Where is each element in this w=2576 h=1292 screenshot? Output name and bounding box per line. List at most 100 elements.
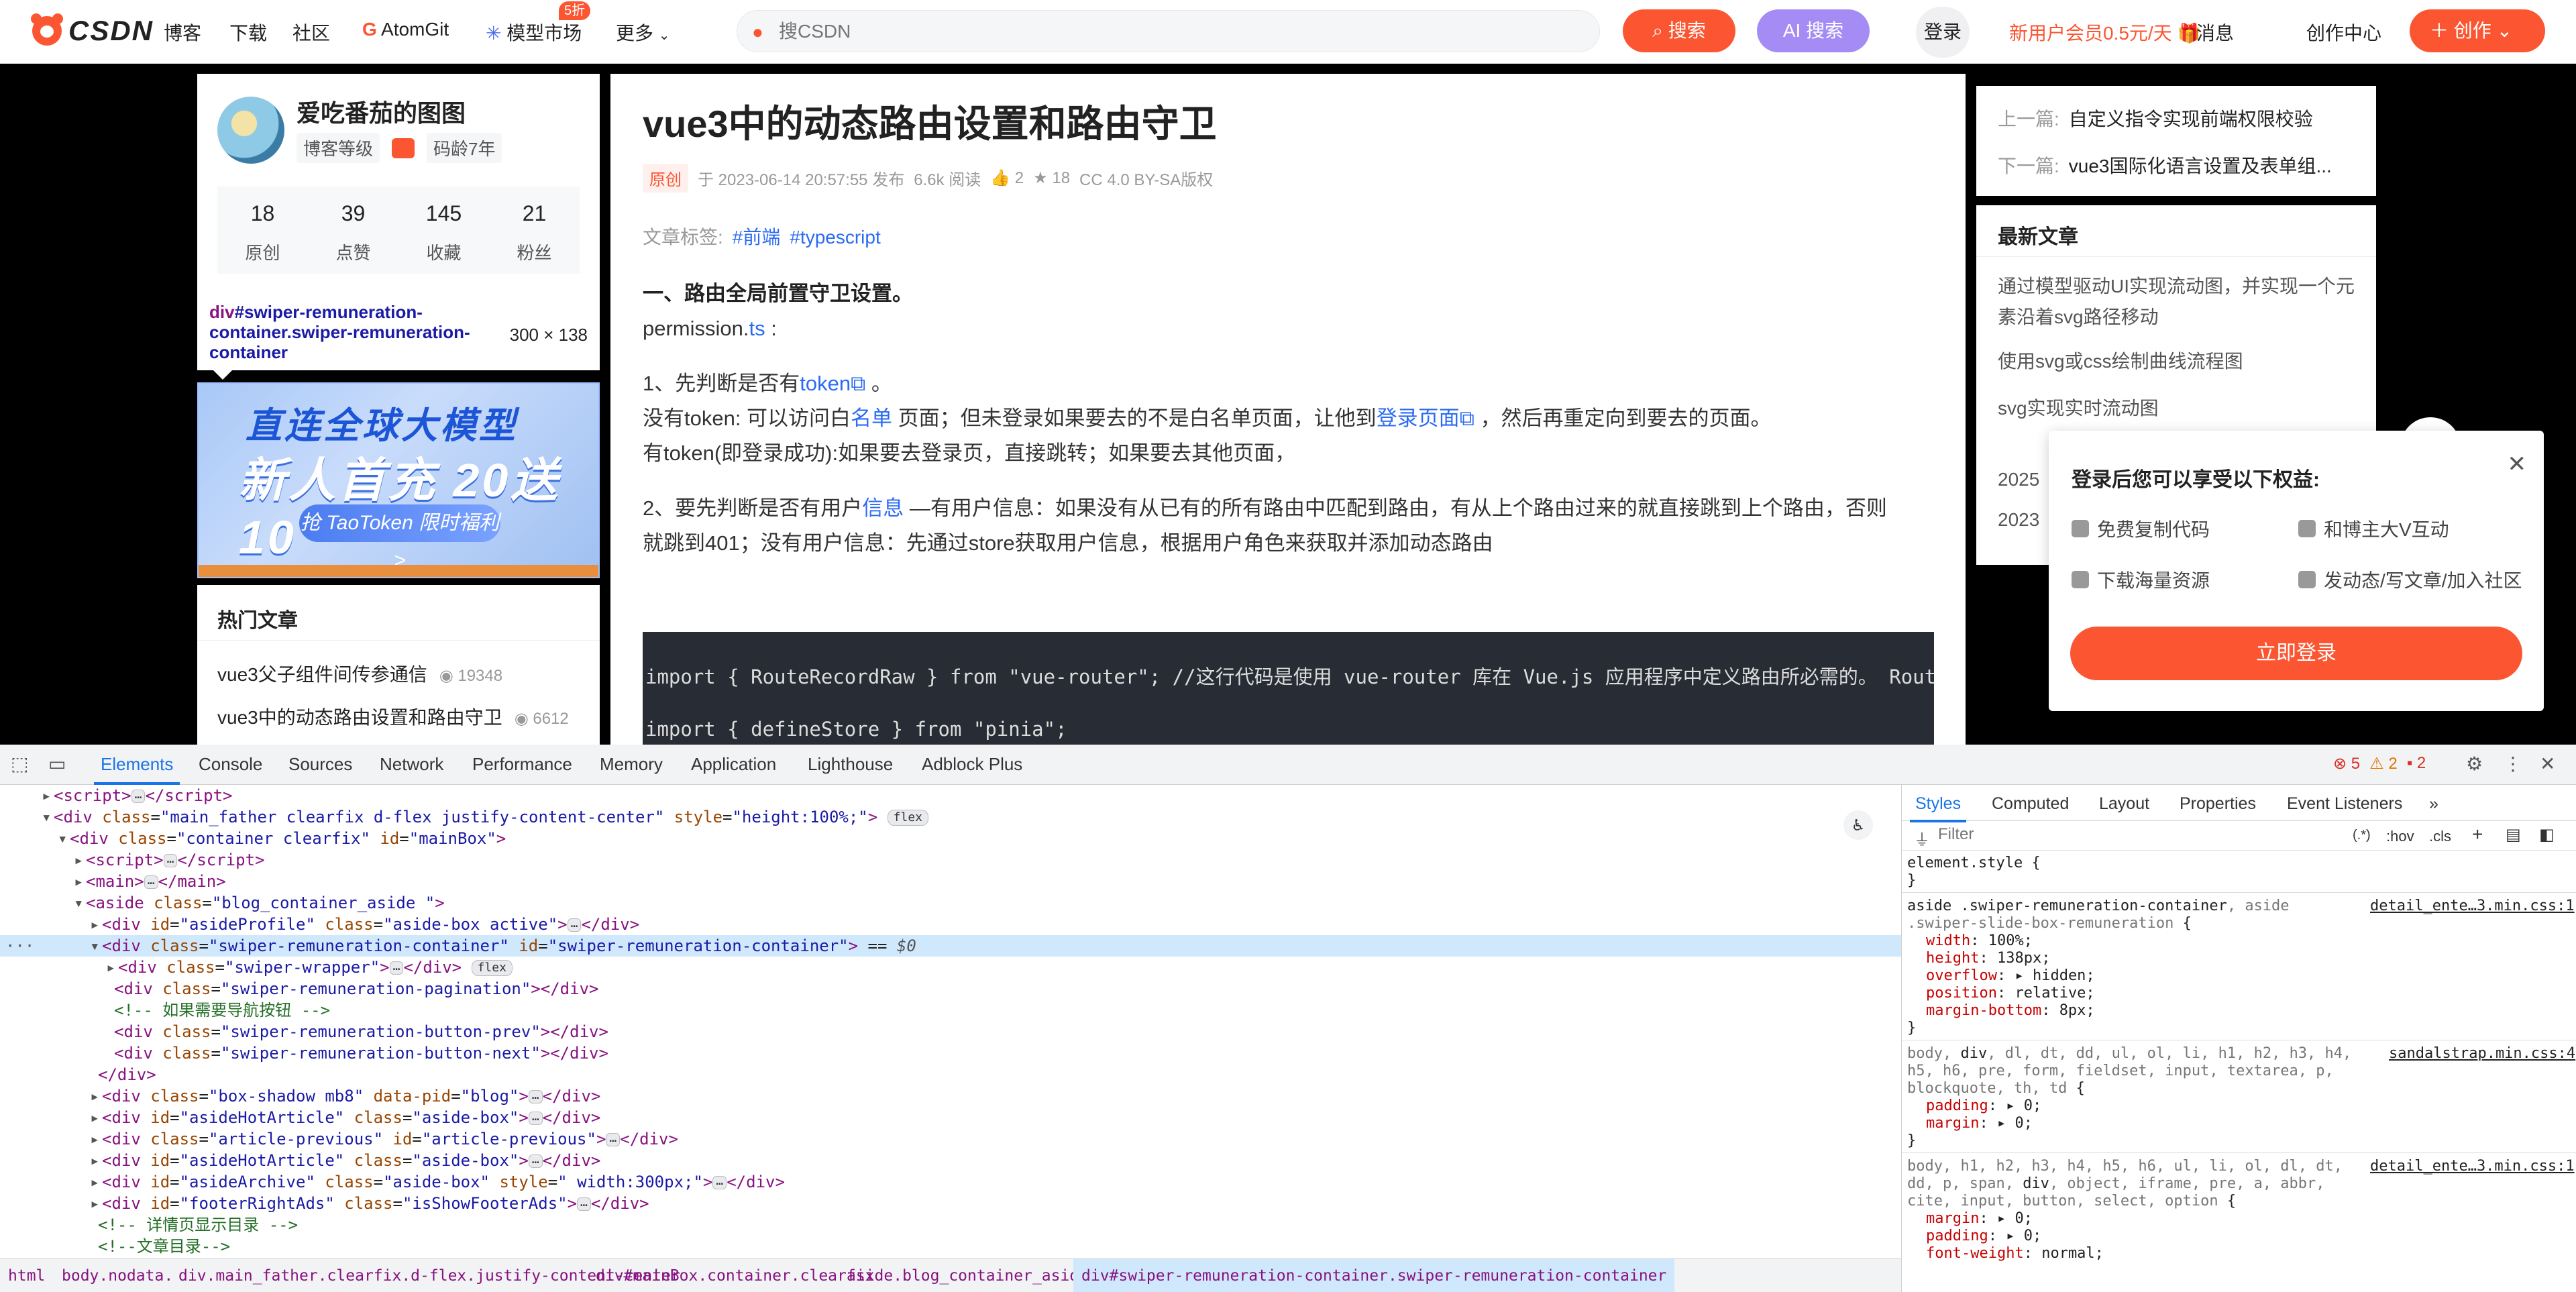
- dom-node[interactable]: <div class="swiper-remuneration-paginati…: [0, 978, 1901, 1000]
- vip-promo-link[interactable]: 新用户会员0.5元/天 🎁: [2009, 19, 2200, 46]
- hov-toggle[interactable]: :hov: [2386, 828, 2414, 845]
- css-declaration[interactable]: overflow: ▸ hidden;: [1907, 967, 2095, 985]
- inline-link[interactable]: 登录页面: [1377, 407, 1460, 430]
- rule-selector[interactable]: body, h1, h2, h3, h4, h5, h6, ul, li, ol…: [1907, 1158, 2575, 1175]
- close-icon[interactable]: ✕: [2508, 451, 2527, 478]
- computed-toggle-icon[interactable]: ▤: [2506, 825, 2521, 845]
- login-button[interactable]: 登录: [1916, 7, 1970, 58]
- nav-blog[interactable]: 博客: [164, 19, 201, 46]
- inspect-element-icon[interactable]: ⬚: [11, 753, 31, 774]
- dom-node[interactable]: ▸ <script>… </script>: [0, 785, 1901, 806]
- tab-event-listeners[interactable]: Event Listeners: [2287, 794, 2402, 814]
- csdn-logo[interactable]: CSDN: [31, 13, 154, 47]
- tab-lighthouse[interactable]: Lighthouse: [808, 754, 893, 775]
- rule-source-link[interactable]: sandalstrap.min.css:4: [2389, 1045, 2575, 1063]
- ai-search-button[interactable]: AI 搜索: [1757, 9, 1870, 52]
- hot-article-item[interactable]: vue3中的动态路由设置和路由守卫 ◉ 6612: [217, 703, 569, 730]
- more-options-icon[interactable]: ⋮: [2504, 753, 2524, 774]
- tab-elements[interactable]: Elements: [93, 754, 180, 785]
- next-article-link[interactable]: 下一篇: vue3国际化语言设置及表单组...: [1998, 152, 2332, 178]
- dom-node[interactable]: ▸ <div class="article-previous" id="artic…: [0, 1128, 1901, 1150]
- tab-adblock-plus[interactable]: Adblock Plus: [922, 754, 1022, 775]
- dom-node[interactable]: ▸ <div id="asideProfile" class="aside-box…: [0, 914, 1901, 935]
- prev-article-link[interactable]: 上一篇: 自定义指令实现前端权限校验: [1998, 105, 2313, 131]
- sidebar-toggle-icon[interactable]: ◧: [2539, 825, 2555, 845]
- latest-article-item[interactable]: 通过模型驱动UI实现流动图，并实现一个元素沿着svg路径移动: [1998, 271, 2360, 333]
- accessibility-icon[interactable]: ♿: [1843, 810, 1873, 840]
- dom-node[interactable]: ▸ <div id="asideArchive" class="aside-box…: [0, 1171, 1901, 1193]
- code-block[interactable]: import { RouteRecordRaw } from "vue-rout…: [643, 632, 1934, 746]
- css-declaration[interactable]: height: 138px;: [1907, 950, 2050, 967]
- cls-toggle[interactable]: .cls: [2429, 828, 2451, 845]
- inline-link[interactable]: 名单: [851, 407, 892, 430]
- dom-node[interactable]: ▾ <div class="main_father clearfix d-flex…: [0, 806, 1901, 828]
- breadcrumb-item[interactable]: div#mainBox.container.clearfix: [596, 1267, 874, 1285]
- dom-comment[interactable]: <!-- 如果需要导航按钮 -->: [0, 1000, 1901, 1021]
- dom-node[interactable]: ▸ <div class="box-shadow mb8" data-pid="b…: [0, 1085, 1901, 1107]
- tab-styles[interactable]: Styles: [1909, 794, 1967, 822]
- styles-filter-input[interactable]: [1938, 825, 2220, 844]
- nav-download[interactable]: 下载: [229, 19, 267, 46]
- tab-performance[interactable]: Performance: [472, 754, 572, 775]
- stat-favorites[interactable]: 145 收藏: [398, 186, 489, 274]
- tab-layout[interactable]: Layout: [2099, 794, 2149, 814]
- inline-link[interactable]: token: [800, 372, 851, 395]
- device-toolbar-icon[interactable]: ▭: [48, 753, 68, 774]
- stat-original[interactable]: 18 原创: [217, 186, 308, 274]
- css-declaration[interactable]: padding: ▸ 0;: [1907, 1097, 2041, 1115]
- css-declaration[interactable]: font-weight: normal;: [1907, 1245, 2104, 1262]
- tab-computed[interactable]: Computed: [1992, 794, 2069, 814]
- dom-node[interactable]: <div class="swiper-remuneration-button-p…: [0, 1021, 1901, 1042]
- tab-sources[interactable]: Sources: [288, 754, 352, 775]
- regex-toggle[interactable]: (.*): [2353, 828, 2371, 843]
- tab-network[interactable]: Network: [380, 754, 443, 775]
- dom-node[interactable]: <div class="swiper-remuneration-button-n…: [0, 1042, 1901, 1064]
- latest-article-item[interactable]: svg实现实时流动图: [1998, 393, 2360, 424]
- breadcrumb-item[interactable]: aside.blog_container_aside.: [847, 1267, 1097, 1285]
- breadcrumb-item[interactable]: html: [8, 1267, 45, 1285]
- tab-properties[interactable]: Properties: [2180, 794, 2256, 814]
- dom-node-selected[interactable]: ··· ▾ <div class="swiper-remuneration-cont…: [0, 935, 1901, 957]
- dom-node[interactable]: ▾ <div class="container clearfix" id="mai…: [0, 828, 1901, 849]
- latest-article-item[interactable]: 使用svg或css绘制曲线流程图: [1998, 346, 2360, 377]
- new-rule-icon[interactable]: +: [2472, 824, 2483, 845]
- dom-node[interactable]: ▾ <aside class="blog_container_aside ">: [0, 892, 1901, 914]
- nav-model-market[interactable]: ✳ 模型市场: [486, 19, 582, 46]
- css-declaration[interactable]: margin-bottom: 8px;: [1907, 1002, 2095, 1020]
- nav-more[interactable]: 更多 ⌄: [616, 19, 670, 46]
- tag-link[interactable]: #typescript: [790, 227, 880, 248]
- nav-creator-center[interactable]: 创作中心: [2306, 19, 2381, 46]
- inline-link[interactable]: ts: [749, 317, 765, 340]
- stat-likes[interactable]: 39 点赞: [308, 186, 398, 274]
- dom-node[interactable]: ▸ <div class="swiper-wrapper">… </div> fle…: [0, 957, 1901, 978]
- nav-atomgit[interactable]: G AtomGit: [362, 19, 449, 40]
- dom-comment[interactable]: <!--文章目录-->: [0, 1236, 1901, 1254]
- like-button[interactable]: 👍 2: [990, 168, 1024, 188]
- dom-node[interactable]: ▸ <main>… </main>: [0, 871, 1901, 892]
- issue-counters[interactable]: ⊗ 5 ⚠ 2 ▪ 2: [2333, 754, 2426, 773]
- ad-banner[interactable]: 直连全球大模型 新人首充 20送10 抢 TaoToken 限时福利 >: [197, 382, 600, 578]
- dom-comment[interactable]: <!-- 详情页显示目录 -->: [0, 1214, 1901, 1236]
- rule-selector[interactable]: element.style {: [1907, 855, 2041, 872]
- css-declaration[interactable]: position: relative;: [1907, 985, 2095, 1002]
- inline-link[interactable]: 信息: [862, 496, 904, 520]
- css-declaration[interactable]: margin: ▸ 0;: [1907, 1115, 2033, 1132]
- tab-memory[interactable]: Memory: [600, 754, 663, 775]
- dom-node[interactable]: ▸ <div id="footerRightAds" class="isShowF…: [0, 1193, 1901, 1214]
- css-declaration-overridden[interactable]: margin: ▸ 0;: [1907, 1210, 2033, 1228]
- stat-fans[interactable]: 21 粉丝: [489, 186, 580, 274]
- tab-application[interactable]: Application: [691, 754, 776, 775]
- hot-article-item[interactable]: vue3父子组件间传参通信 ◉ 19348: [217, 660, 502, 687]
- rule-source-link[interactable]: detail_ente…3.min.css:1: [2370, 898, 2575, 915]
- dom-node[interactable]: ▸ <div id="asideHotArticle" class="aside-…: [0, 1107, 1901, 1128]
- search-button[interactable]: ⌕ 搜索: [1623, 9, 1735, 52]
- banner-cta[interactable]: 抢 TaoToken 限时福利 >: [299, 504, 500, 572]
- breadcrumb-item[interactable]: body.nodata.: [62, 1267, 173, 1285]
- nav-messages[interactable]: 消息: [2196, 19, 2234, 46]
- tab-console[interactable]: Console: [199, 754, 262, 775]
- breadcrumb-item-active[interactable]: div#swiper-remuneration-container.swiper…: [1073, 1259, 1675, 1292]
- avatar[interactable]: [217, 97, 284, 164]
- profile-name[interactable]: 爱吃番茄的图图: [297, 94, 466, 129]
- close-icon[interactable]: ✕: [2540, 753, 2560, 774]
- rule-source-link[interactable]: detail_ente…3.min.css:1: [2370, 1158, 2575, 1175]
